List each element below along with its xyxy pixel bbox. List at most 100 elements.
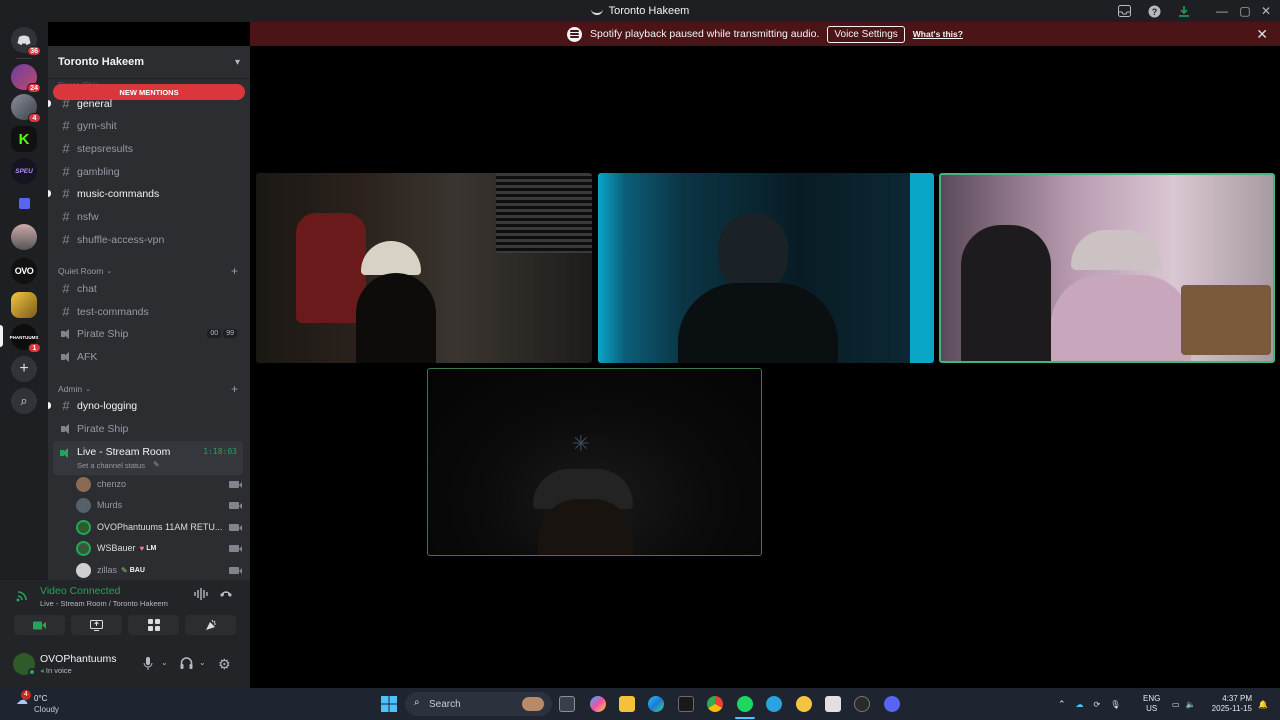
kick-server-icon[interactable]: K (11, 126, 37, 152)
add-server-icon[interactable]: + (11, 356, 37, 382)
download-icon[interactable] (1176, 0, 1192, 22)
terminal-icon[interactable] (678, 696, 694, 712)
add-channel-icon[interactable]: + (231, 264, 238, 278)
edge-icon[interactable] (648, 696, 664, 712)
category-quiet-room[interactable]: Quiet Room ⌄ + (58, 264, 238, 278)
settings-gear-icon[interactable]: ⚙ (218, 656, 231, 673)
spotify-taskbar-icon[interactable] (737, 696, 753, 712)
video-tile-wsbauer[interactable]: ✳ (427, 368, 762, 556)
camera-icon (229, 566, 242, 574)
taskbar-search[interactable]: ⌕ Search (405, 692, 552, 716)
headphones-icon[interactable] (180, 657, 193, 672)
channel-general[interactable]: # general (48, 93, 243, 114)
username[interactable]: OVOPhantuums (40, 653, 116, 665)
voice-user[interactable]: chenzo (76, 474, 244, 494)
channel-gym-shit[interactable]: # gym-shit (53, 115, 243, 136)
category-admin[interactable]: Admin ⌄ + (58, 382, 238, 396)
copilot-icon[interactable] (590, 696, 606, 712)
discover-icon[interactable]: ⌕ (11, 388, 37, 414)
help-icon[interactable]: ? (1146, 0, 1162, 22)
minimize-icon[interactable]: — (1214, 0, 1230, 22)
quick-settings[interactable]: ▭ 🔈 (1172, 688, 1196, 720)
voice-channel-live-stream-room[interactable]: Live - Stream Room Set a channel status … (53, 441, 243, 475)
close-window-icon[interactable]: ✕ (1258, 0, 1274, 22)
channel-dyno-logging[interactable]: # dyno-logging (48, 395, 243, 416)
activities-button[interactable] (128, 615, 179, 635)
voice-channel-afk[interactable]: AFK (53, 346, 243, 367)
chevron-down-icon[interactable]: ⌄ (199, 658, 206, 667)
onedrive-icon[interactable]: ☁ (1076, 700, 1084, 709)
voice-user[interactable]: WSBauer ♥ LM (76, 538, 244, 558)
channel-test-commands[interactable]: # test-commands (53, 301, 243, 322)
home-discord-icon[interactable]: 36 (11, 27, 41, 56)
voice-user[interactable]: Murds (76, 495, 244, 515)
voice-channel-pirate-ship-admin[interactable]: Pirate Ship (53, 418, 243, 439)
hash-icon: # (62, 141, 70, 156)
task-view-icon[interactable] (559, 696, 575, 712)
folder-icon[interactable] (11, 190, 37, 216)
channel-gambling[interactable]: # gambling (53, 161, 243, 182)
server-icon[interactable]: 4 (11, 94, 41, 123)
chevron-down-icon: ▾ (234, 56, 240, 68)
voice-user[interactable]: OVOPhantuums 11AM RETU... (76, 517, 244, 537)
notice-close-icon[interactable]: ✕ (1256, 26, 1268, 43)
camera-icon (229, 501, 242, 509)
voice-status[interactable]: Video Connected (40, 585, 120, 597)
ovo-server-icon[interactable]: OVO (11, 258, 37, 284)
chrome-icon[interactable] (707, 696, 723, 712)
hash-icon: # (62, 164, 70, 179)
weather-widget[interactable]: ☁ 4 0°C Cloudy (16, 690, 96, 717)
video-tile-ovophantuums[interactable] (939, 173, 1275, 363)
speaker-icon (59, 447, 71, 459)
microphone-icon[interactable] (143, 657, 153, 673)
inbox-icon[interactable] (1116, 0, 1132, 22)
whats-this-link[interactable]: What's this? (913, 29, 963, 39)
hash-icon: # (62, 281, 70, 296)
cap-shape (361, 241, 421, 275)
pencil-icon[interactable]: ✎ (153, 460, 160, 469)
soundboard-button[interactable] (185, 615, 236, 635)
sync-icon[interactable]: ⟳ (1094, 700, 1101, 709)
voice-user[interactable]: zillas ✎ BAU (76, 560, 244, 580)
chevron-up-icon[interactable]: ⌃ (1058, 699, 1066, 710)
file-explorer-icon[interactable] (619, 696, 635, 712)
channel-music-commands[interactable]: # music-commands (48, 183, 243, 204)
clock[interactable]: 4:37 PM 2025-11-15 (1208, 688, 1252, 720)
chevron-down-icon[interactable]: ⌄ (161, 658, 168, 667)
discord-taskbar-icon[interactable] (884, 696, 900, 712)
language-indicator[interactable]: ENG US (1143, 688, 1160, 720)
windows-start-icon[interactable] (381, 696, 397, 712)
channel-status-link[interactable]: Set a channel status (77, 461, 145, 470)
maximize-icon[interactable]: ▢ (1237, 0, 1253, 22)
camera-button[interactable] (14, 615, 65, 635)
temperature: 0°C (34, 694, 48, 703)
channel-nsfw[interactable]: # nsfw (53, 206, 243, 227)
server-header[interactable]: Toronto Hakeem ▾ (48, 46, 250, 79)
add-channel-icon[interactable]: + (231, 382, 238, 396)
screen-share-button[interactable] (71, 615, 122, 635)
obs-icon[interactable] (854, 696, 870, 712)
server-icon[interactable] (11, 224, 37, 250)
camera-icon (33, 621, 46, 629)
video-tile-murds[interactable] (598, 173, 934, 363)
signal-icon[interactable] (15, 589, 31, 603)
voice-location[interactable]: Live - Stream Room / Toronto Hakeem (40, 599, 168, 608)
video-tile-chenzo[interactable] (256, 173, 592, 363)
microphone-tray-icon[interactable]: 🎙 (1110, 700, 1120, 709)
selected-server-pill (0, 325, 3, 347)
speu-server-icon[interactable]: SPEU (11, 158, 37, 184)
app-icon[interactable] (796, 696, 812, 712)
snipping-icon[interactable] (825, 696, 841, 712)
voice-channel-pirate-ship[interactable]: Pirate Ship 00 99 (53, 323, 243, 344)
notifications-icon[interactable]: 🔔 (1258, 688, 1268, 720)
disconnect-icon[interactable] (219, 588, 233, 603)
server-icon[interactable]: 24 (11, 64, 41, 93)
sound-wave-icon[interactable] (194, 588, 208, 603)
voice-settings-button[interactable]: Voice Settings (827, 25, 905, 43)
server-icon[interactable] (11, 292, 37, 318)
channel-shuffle-access-vpn[interactable]: # shuffle-access-vpn (53, 229, 243, 250)
phantuums-server-icon[interactable]: PHANTUUMS 1 (10, 324, 41, 353)
telegram-icon[interactable] (766, 696, 782, 712)
channel-stepsresults[interactable]: # stepsresults (53, 138, 243, 159)
channel-chat[interactable]: # chat (53, 278, 243, 299)
